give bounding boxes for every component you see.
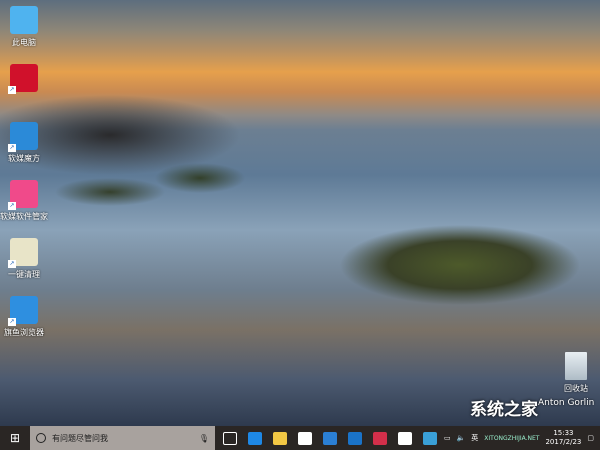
taskbar-photos-button[interactable] bbox=[417, 426, 442, 450]
desktop-icon[interactable]: ↗ bbox=[0, 64, 48, 95]
desktop-icon-label: 旗鱼浏览器 bbox=[4, 328, 44, 337]
desktop-icon-label: 软媒魔方 bbox=[8, 154, 40, 163]
windows-logo-icon: ⊞ bbox=[9, 431, 21, 445]
photos-icon bbox=[422, 431, 437, 445]
desktop-icon[interactable]: ↗ 软媒魔方 bbox=[0, 122, 48, 164]
taskbar-store-button[interactable] bbox=[292, 426, 317, 450]
start-button[interactable]: ⊞ bbox=[0, 426, 30, 450]
store-icon bbox=[297, 431, 312, 445]
computer-icon bbox=[10, 6, 38, 34]
watermark: 系统之家 bbox=[430, 395, 538, 420]
taskbar-mail-button[interactable] bbox=[392, 426, 417, 450]
volume-icon[interactable]: 🔈 bbox=[457, 434, 466, 442]
cortana-icon bbox=[36, 433, 46, 443]
taskbar-edge-button[interactable] bbox=[242, 426, 267, 450]
shortcut-arrow-icon: ↗ bbox=[8, 318, 16, 326]
file-explorer-icon bbox=[272, 431, 287, 445]
shortcut-arrow-icon: ↗ bbox=[8, 144, 16, 152]
desktop-icon[interactable]: ↗ 软媒软件管家 bbox=[0, 180, 48, 222]
software-manager-icon: ↗ bbox=[8, 180, 38, 210]
task-view-icon bbox=[222, 431, 237, 445]
red-app-icon bbox=[372, 431, 387, 445]
clock[interactable]: 15:33 2017/2/23 bbox=[545, 429, 581, 447]
search-placeholder: 有问题尽管问我 bbox=[52, 433, 108, 443]
shortcut-arrow-icon: ↗ bbox=[8, 260, 16, 268]
recycle-bin-icon[interactable]: 回收站 bbox=[552, 352, 600, 394]
desktop-icon[interactable]: ↗ 旗鱼浏览器 bbox=[0, 296, 48, 338]
clock-time: 15:33 bbox=[553, 429, 574, 437]
taskbar-red-app-button[interactable] bbox=[367, 426, 392, 450]
shortcut-arrow-icon: ↗ bbox=[8, 86, 16, 94]
cleaner-icon: ↗ bbox=[8, 238, 38, 268]
desktop-icon[interactable]: 此电脑 bbox=[0, 6, 48, 48]
desktop-icon-label: 软媒软件管家 bbox=[0, 212, 48, 221]
taskbar-globe-browser-button[interactable] bbox=[317, 426, 342, 450]
shortcut-arrow-icon: ↗ bbox=[8, 202, 16, 210]
wallpaper-credit: Anton Gorlin bbox=[538, 398, 595, 408]
system-tray: ▭ 🔈 英 XITONGZHIJIA.NET 15:33 2017/2/23 ▢ bbox=[444, 426, 600, 450]
swordfish-browser-icon: ↗ bbox=[8, 296, 38, 326]
recycle-bin-label: 回收站 bbox=[564, 384, 588, 393]
taskbar-task-view-button[interactable] bbox=[217, 426, 242, 450]
desktop-wallpaper bbox=[0, 0, 600, 450]
desktop-icon-label: 此电脑 bbox=[12, 38, 36, 47]
taskbar: ⊞ 有问题尽管问我 🎙 ▭ 🔈 英 XITONGZHIJIA.NET 15:33… bbox=[0, 426, 600, 450]
desktop-icon-label: 一键清理 bbox=[8, 270, 40, 279]
taskbar-outlook-button[interactable] bbox=[342, 426, 367, 450]
clock-date: 2017/2/23 bbox=[545, 438, 582, 446]
search-box[interactable]: 有问题尽管问我 🎙 bbox=[30, 426, 215, 450]
network-icon[interactable]: ▭ bbox=[444, 434, 451, 442]
mail-icon bbox=[397, 431, 412, 445]
trash-icon bbox=[565, 352, 587, 380]
rubik-cube-icon: ↗ bbox=[8, 122, 38, 152]
globe-browser-icon bbox=[322, 431, 337, 445]
red-app-icon: ↗ bbox=[8, 64, 38, 94]
notification-icon[interactable]: ▢ bbox=[587, 434, 594, 442]
desktop-icon[interactable]: ↗ 一键清理 bbox=[0, 238, 48, 280]
edge-icon bbox=[247, 431, 262, 445]
ime-indicator[interactable]: 英 bbox=[471, 433, 478, 443]
watermark-title: 系统之家 bbox=[470, 400, 538, 420]
outlook-icon bbox=[347, 431, 362, 445]
taskbar-file-explorer-button[interactable] bbox=[267, 426, 292, 450]
microphone-icon: 🎙 bbox=[198, 433, 209, 443]
watermark-url: XITONGZHIJIA.NET bbox=[484, 434, 540, 442]
